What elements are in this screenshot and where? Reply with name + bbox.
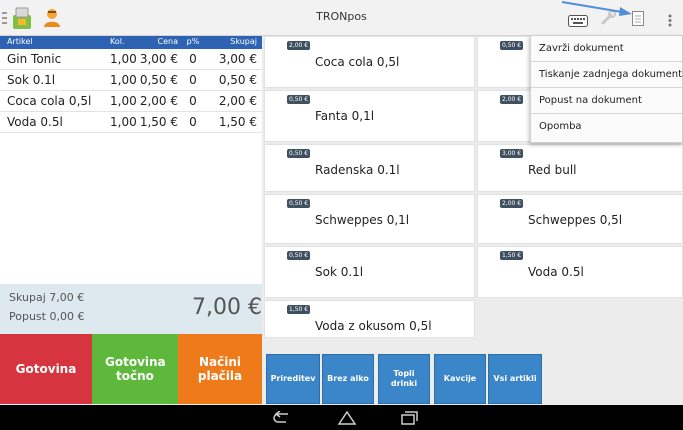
product-tile[interactable]: 2,00 € Coca cola 0,5l: [264, 36, 475, 88]
column-discount: p%: [186, 37, 200, 46]
discount-label: Popust 0,00 €: [9, 310, 85, 323]
category-deposits-button[interactable]: Kavcije: [434, 354, 486, 404]
product-tile[interactable]: 2,00 € Schweppes 0,5l: [477, 194, 683, 244]
order-table-header: Artikel Kol. Cena p% Skupaj: [0, 36, 262, 49]
menu-item-document-discount[interactable]: Popust na dokument: [531, 88, 682, 114]
product-name: Sok 0.1l: [315, 265, 364, 279]
exact-cash-label: Gotovina točno: [105, 355, 166, 383]
row-qty: 1,00: [110, 94, 137, 108]
price-tag: 0,50 €: [287, 95, 311, 104]
product-tile[interactable]: 1,50 € Voda z okusom 0,5l: [264, 300, 475, 338]
product-name: Voda z okusom 0,5l: [315, 319, 432, 333]
row-item: Gin Tonic: [7, 52, 62, 66]
category-all-items-button[interactable]: Vsi artikli: [488, 354, 542, 404]
product-name: Coca cola 0,5l: [315, 55, 400, 69]
row-price: 3,00 €: [139, 52, 178, 66]
row-total: 3,00 €: [218, 52, 257, 66]
table-row[interactable]: Gin Tonic 1,00 3,00 € 0 3,00 €: [0, 49, 262, 70]
product-tile[interactable]: 0,50 € Fanta 0,1l: [264, 90, 475, 142]
price-tag: 2,00 €: [500, 199, 524, 208]
pointer-arrow-icon: [560, 0, 640, 18]
row-total: 0,50 €: [218, 73, 257, 87]
subtotal-label: Skupaj 7,00 €: [9, 291, 85, 304]
product-tile[interactable]: 1,50 € Voda 0.5l: [477, 246, 683, 298]
column-item: Artikel: [7, 37, 33, 46]
product-tile[interactable]: 0,50 € Sok 0.1l: [264, 246, 475, 298]
price-tag: 2,00 €: [500, 95, 524, 104]
row-discount: 0: [189, 115, 197, 129]
table-row[interactable]: Voda 0.5l 1,00 1,50 € 0 1,50 €: [0, 112, 262, 133]
row-price: 2,00 €: [139, 94, 178, 108]
row-item: Sok 0.1l: [7, 73, 56, 87]
column-total: Skupaj: [230, 37, 257, 46]
menu-item-print-last[interactable]: Tiskanje zadnjega dokumenta: [531, 62, 683, 88]
category-hot-drinks-label: Topli drinki: [390, 369, 418, 388]
row-price: 0,50 €: [139, 73, 178, 87]
row-total: 2,00 €: [218, 94, 257, 108]
column-price: Cena: [157, 37, 178, 46]
overflow-menu: Zavrži dokument Tiskanje zadnjega dokume…: [530, 35, 683, 143]
row-total: 1,50 €: [218, 115, 257, 129]
product-name: Red bull: [528, 163, 577, 177]
row-item: Voda 0.5l: [7, 115, 63, 129]
recents-icon[interactable]: [400, 410, 420, 429]
back-icon[interactable]: [272, 410, 292, 429]
grand-total: 7,00 €: [192, 295, 262, 320]
price-tag: 1,50 €: [287, 305, 311, 314]
system-nav-bar: [0, 405, 683, 430]
product-name: Radenska 0.1l: [315, 163, 400, 177]
row-item: Coca cola 0,5l: [7, 94, 92, 108]
row-price: 1,50 €: [139, 115, 178, 129]
menu-item-discard[interactable]: Zavrži dokument: [531, 36, 682, 62]
product-tile[interactable]: 0,50 € Radenska 0.1l: [264, 144, 475, 192]
category-non-alcoholic-button[interactable]: Brez alko: [322, 354, 374, 404]
table-row[interactable]: Coca cola 0,5l 1,00 2,00 € 0 2,00 €: [0, 91, 262, 112]
cash-button[interactable]: Gotovina: [0, 334, 92, 404]
overflow-menu-icon[interactable]: [668, 12, 672, 31]
row-qty: 1,00: [110, 73, 137, 87]
home-icon[interactable]: [336, 410, 358, 429]
product-name: Voda 0.5l: [528, 265, 584, 279]
price-tag: 3,00 €: [500, 149, 524, 158]
row-qty: 1,00: [110, 52, 137, 66]
price-tag: 1,50 €: [500, 251, 524, 260]
product-name: Fanta 0,1l: [315, 109, 375, 123]
order-table: Artikel Kol. Cena p% Skupaj Gin Tonic 1,…: [0, 36, 262, 284]
product-name: Schweppes 0,1l: [315, 213, 410, 227]
row-discount: 0: [189, 73, 197, 87]
category-hot-drinks-button[interactable]: Topli drinki: [378, 354, 430, 404]
row-qty: 1,00: [110, 115, 137, 129]
product-name: Schweppes 0,5l: [528, 213, 623, 227]
menu-item-note[interactable]: Opomba: [531, 114, 682, 140]
category-events-button[interactable]: Prireditev: [266, 354, 320, 404]
exact-cash-button[interactable]: Gotovina točno: [92, 334, 178, 404]
row-discount: 0: [189, 52, 197, 66]
product-tile[interactable]: 3,00 € Red bull: [477, 144, 683, 192]
price-tag: 0,50 €: [287, 149, 311, 158]
product-tile[interactable]: 0,50 € Schweppes 0,1l: [264, 194, 475, 244]
price-tag: 0,50 €: [287, 251, 311, 260]
price-tag: 0,50 €: [500, 41, 524, 50]
table-row[interactable]: Sok 0.1l 1,00 0,50 € 0 0,50 €: [0, 70, 262, 91]
order-summary: Skupaj 7,00 € Popust 0,00 € 7,00 €: [0, 284, 262, 334]
price-tag: 2,00 €: [287, 41, 311, 50]
column-qty: Kol.: [110, 37, 125, 46]
payment-methods-button[interactable]: Načini plačila: [178, 334, 262, 404]
price-tag: 0,50 €: [287, 199, 311, 208]
row-discount: 0: [189, 94, 197, 108]
